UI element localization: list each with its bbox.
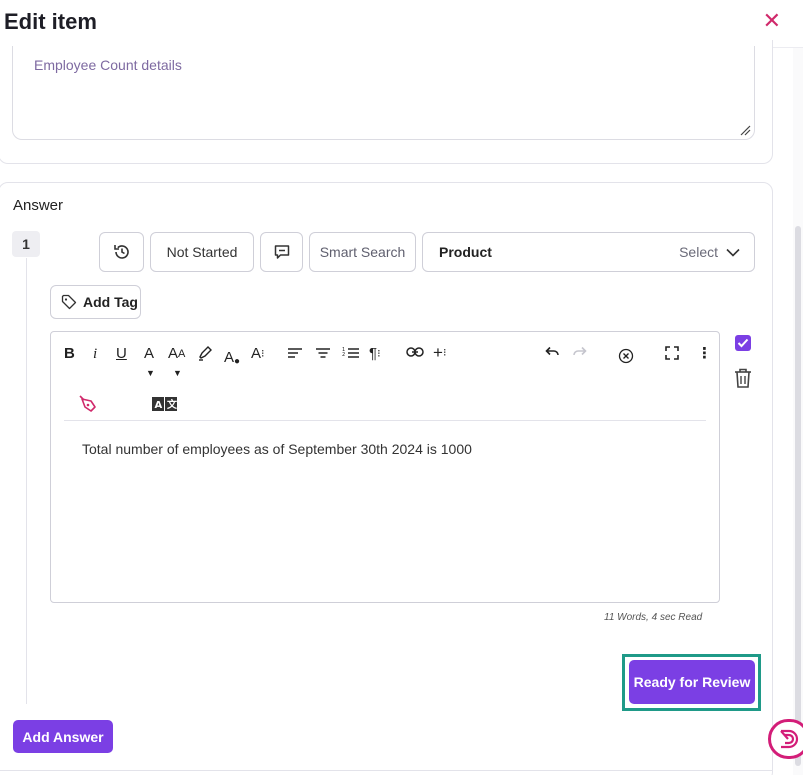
font-size-button[interactable]: AA [168,345,185,363]
fullscreen-icon[interactable] [665,346,679,360]
translate-icon[interactable]: A文 [152,397,180,411]
assistant-icon [780,729,799,749]
chevron-down-icon [726,248,740,257]
history-button[interactable] [99,232,144,272]
font-size-dropdown-icon[interactable]: ▼ [173,364,182,382]
clear-formatting-icon[interactable] [618,348,634,364]
check-icon [737,338,749,348]
text-style-button[interactable]: A ⁝ [251,345,265,363]
add-answer-button[interactable]: Add Answer [13,720,113,753]
font-color-dropdown-icon[interactable]: ▼ [146,364,155,382]
answer-section-label: Answer [13,197,64,214]
svg-text:文: 文 [167,398,178,411]
align-center-icon[interactable] [315,346,331,360]
resize-handle-icon[interactable] [739,124,751,136]
ready-for-review-button[interactable]: Ready for Review [629,660,755,704]
description-text: Employee Count details [34,57,182,73]
assistant-button[interactable] [768,719,803,759]
product-label: Product [439,244,492,260]
close-icon[interactable]: ✕ [763,10,781,32]
undo-icon[interactable] [544,346,560,358]
history-icon [113,245,129,259]
word-count: 11 Words, 4 sec Read [604,612,703,623]
editor-toolbar-divider [64,420,706,421]
bold-button[interactable]: B [64,345,75,363]
tag-icon [61,294,77,310]
italic-button[interactable]: i [93,345,97,363]
smart-search-button[interactable]: Smart Search [309,232,416,272]
select-checkbox[interactable] [735,335,751,351]
comment-icon [274,245,289,259]
redo-icon[interactable] [572,346,588,358]
answer-timeline-line [26,258,27,704]
dialog-title: Edit item [4,9,97,34]
paragraph-format-button[interactable]: ¶ ⁝ [369,345,381,363]
status-button[interactable]: Not Started [150,232,254,272]
footer-divider [0,770,773,771]
ordered-list-icon[interactable]: 12 [342,346,360,360]
add-tag-label: Add Tag [83,294,138,310]
svg-text:2: 2 [342,352,345,358]
add-tag-button[interactable]: Add Tag [50,285,141,319]
font-color-button[interactable]: A [144,345,154,363]
product-select-placeholder: Select [619,244,718,260]
editor-content[interactable]: Total number of employees as of Septembe… [82,441,472,457]
insert-more-button[interactable]: + ⁝ [433,344,446,362]
scrollbar-thumb[interactable] [795,226,801,766]
link-icon[interactable] [406,346,424,358]
highlight-icon[interactable] [197,345,213,361]
ai-pen-icon[interactable] [79,395,99,413]
product-select[interactable]: Product Select [422,232,755,272]
svg-text:A: A [155,400,163,411]
more-options-icon[interactable]: ⋮ [697,345,712,363]
trash-icon[interactable] [733,367,753,389]
align-left-icon[interactable] [287,346,303,360]
text-color-fill-icon[interactable]: A ● [224,345,240,371]
answer-index-badge: 1 [12,231,40,257]
underline-button[interactable]: U [116,345,127,363]
product-select-control[interactable]: Select [619,244,740,260]
comment-button[interactable] [260,232,303,272]
